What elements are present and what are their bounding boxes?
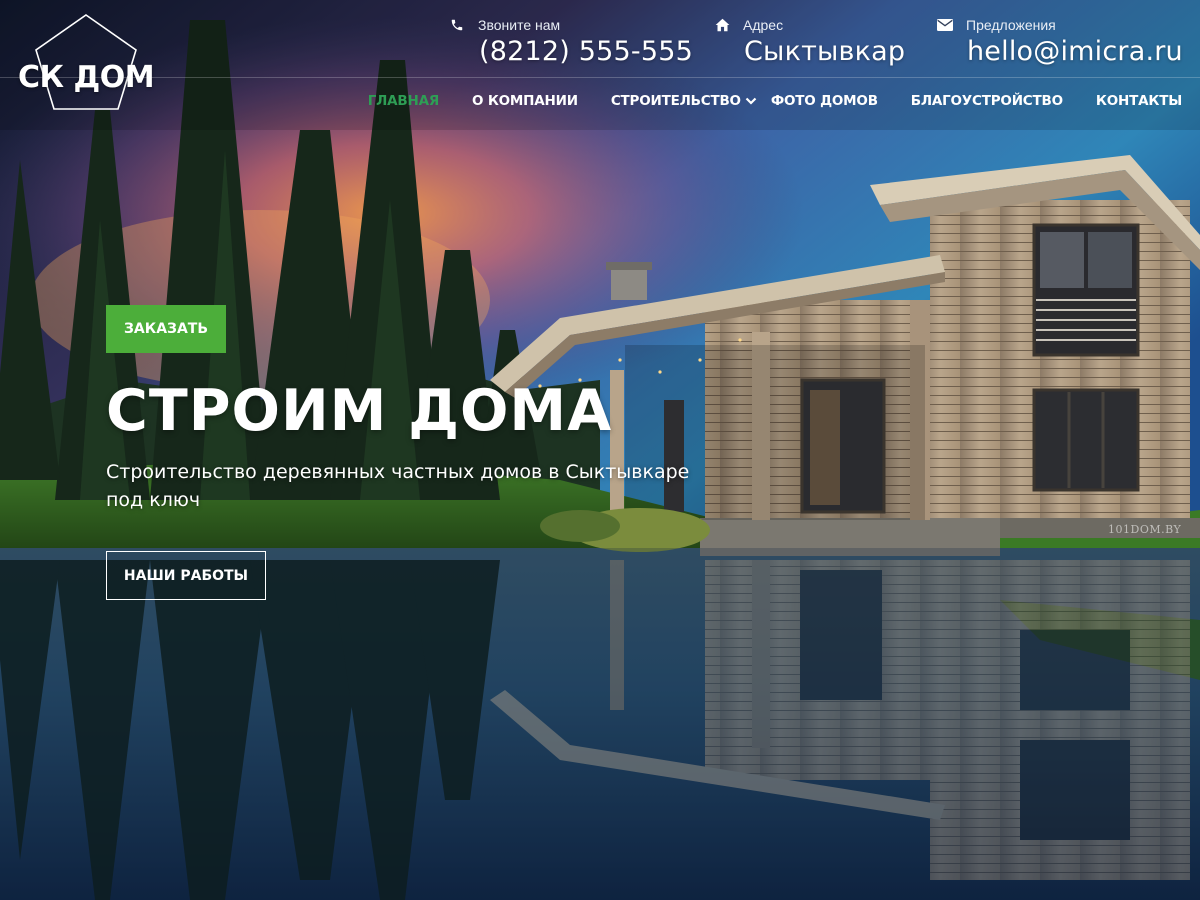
house-lake-scene — [0, 0, 1200, 900]
nav-item-contacts[interactable]: Контакты — [1096, 93, 1182, 109]
nav-item-construction[interactable]: Строительство — [611, 93, 757, 109]
hero-title: СТРОИМ ДОМА — [106, 378, 613, 444]
logo[interactable]: СК ДОМ — [18, 12, 160, 114]
main-nav: Главная О компании Строительство Фото до… — [368, 88, 1182, 114]
contact-address-value: Сыктывкар — [744, 36, 906, 67]
page: СК ДОМ Звоните нам (8212) 555-555 Адрес … — [0, 0, 1200, 900]
order-button[interactable]: ЗАКАЗАТЬ — [106, 305, 226, 353]
contact-address: Адрес Сыктывкар — [713, 14, 905, 67]
contact-email: Предложения hello@imicra.ru — [936, 14, 1183, 67]
hero-background — [0, 0, 1200, 900]
nav-item-home[interactable]: Главная — [368, 93, 439, 109]
contact-email-value[interactable]: hello@imicra.ru — [967, 36, 1183, 67]
home-icon — [713, 17, 731, 33]
contact-phone-label: Звоните нам — [478, 17, 561, 33]
image-watermark: 101DOM.BY — [1108, 523, 1182, 536]
envelope-icon — [936, 17, 954, 33]
nav-item-landscaping[interactable]: Благоустройство — [911, 93, 1063, 109]
phone-icon — [448, 17, 466, 33]
contact-phone-value[interactable]: (8212) 555-555 — [479, 36, 693, 67]
nav-item-photos[interactable]: Фото домов — [771, 93, 878, 109]
header-divider — [0, 77, 1200, 78]
contact-phone: Звоните нам (8212) 555-555 — [448, 14, 693, 67]
our-works-button[interactable]: НАШИ РАБОТЫ — [106, 551, 266, 600]
nav-item-about[interactable]: О компании — [472, 93, 578, 109]
contact-email-label: Предложения — [966, 17, 1056, 33]
hero-subtitle: Строительство деревянных частных домов в… — [106, 461, 690, 511]
chevron-down-icon — [745, 96, 757, 106]
contact-address-label: Адрес — [743, 17, 784, 33]
